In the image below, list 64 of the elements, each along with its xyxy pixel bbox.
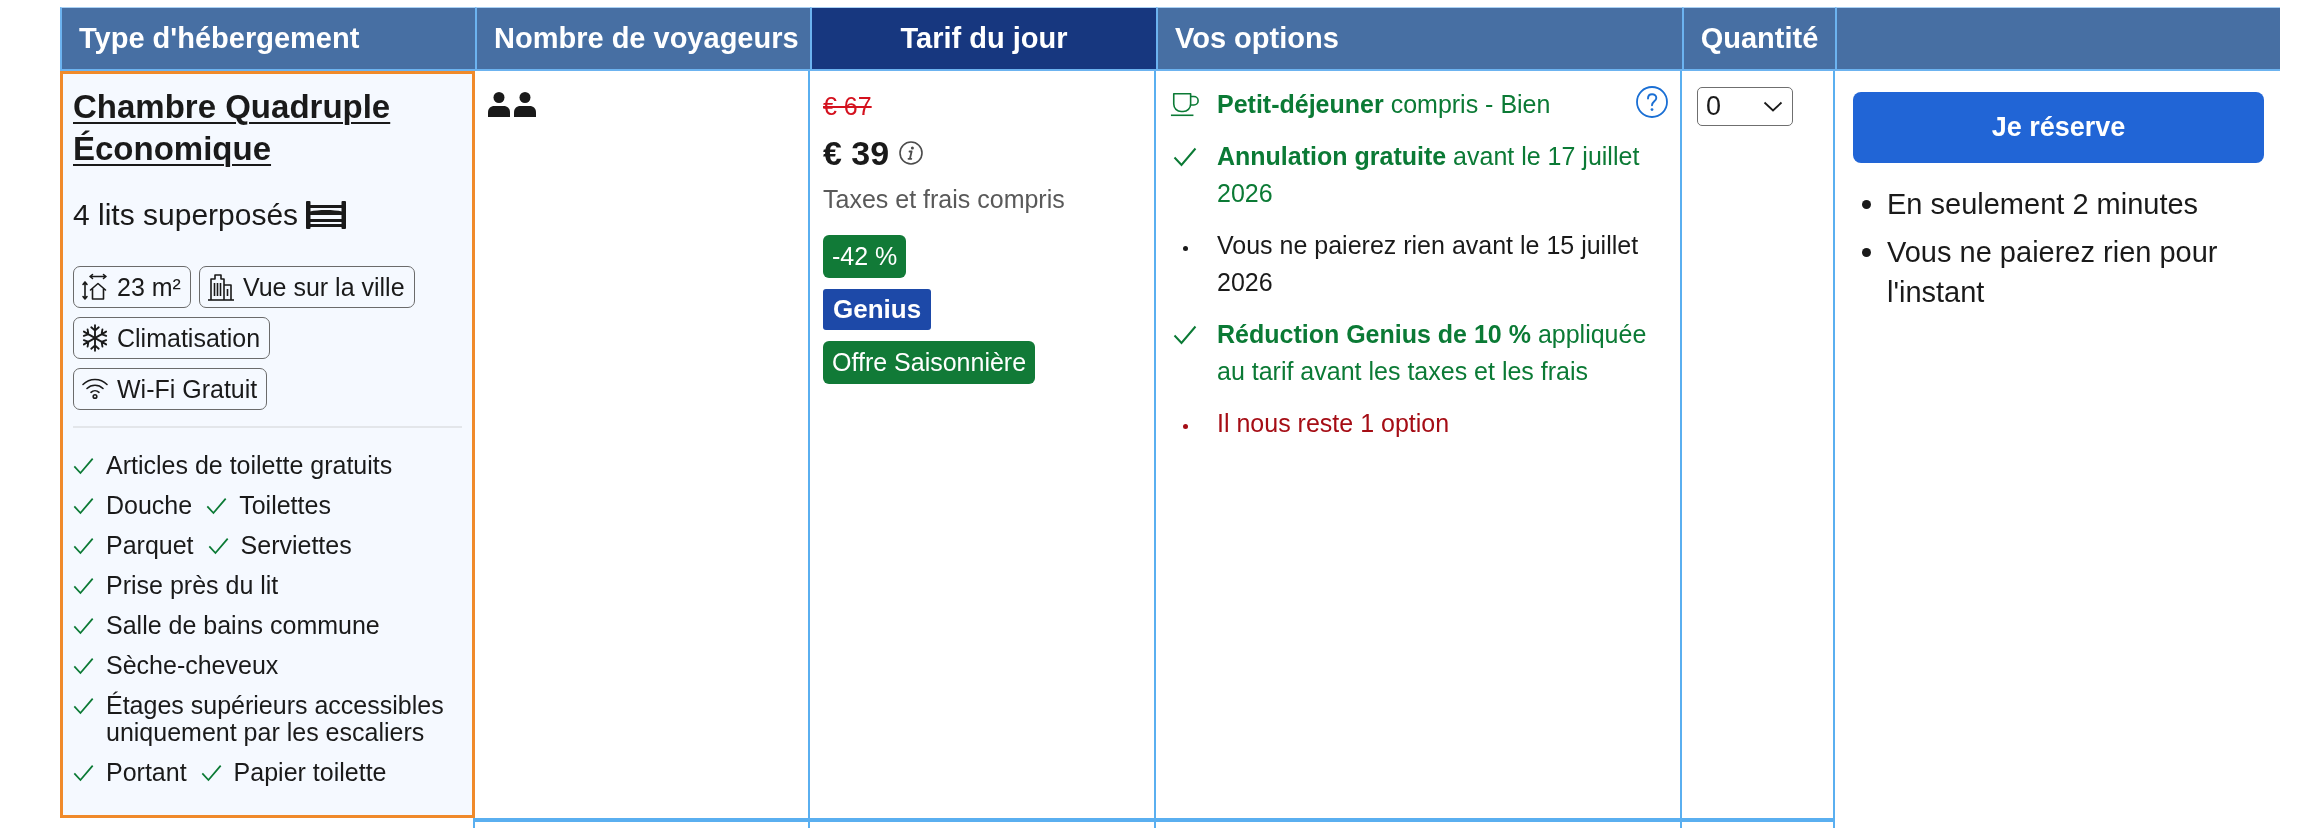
check-icon <box>73 577 94 595</box>
check-icon <box>1173 324 1197 345</box>
check-icon <box>207 537 229 555</box>
deal-badge: Offre Saisonnière <box>823 341 1036 384</box>
room-size-icon <box>81 273 109 301</box>
option-text: Annulation gratuite avant le 17 juillet 2026 <box>1217 141 1641 209</box>
check-icon <box>73 457 94 475</box>
facility-label: 23 m² <box>117 272 181 302</box>
check-icon <box>73 537 94 555</box>
bunk-bed-icon <box>306 201 347 229</box>
price-note: Taxes et frais compris <box>823 184 1065 214</box>
check-icon <box>200 764 222 782</box>
option-text: Il nous reste 1 option <box>1217 408 1450 439</box>
amenity-label: Serviettes <box>240 532 352 559</box>
check-icon <box>206 497 228 515</box>
bullet-icon <box>1862 248 1871 257</box>
check-icon <box>73 764 94 782</box>
bullet-icon <box>1862 200 1871 209</box>
amenity-label: Papier toilette <box>233 759 387 786</box>
buildings-icon <box>206 273 235 301</box>
column-header: Quantité <box>1682 7 1835 71</box>
person-icon <box>514 92 536 117</box>
quantity-select[interactable]: 0 <box>1697 87 1793 126</box>
cup-icon <box>1170 92 1200 117</box>
bullet-icon <box>1183 246 1188 251</box>
check-icon <box>73 697 94 715</box>
column-header: Nombre de voyageurs <box>475 7 810 71</box>
amenity-label: Prise près du lit <box>106 572 279 599</box>
option-text: Vous ne paierez rien avant le 15 juillet 2026 <box>1217 230 1640 298</box>
facility-label: Climatisation <box>117 323 261 353</box>
bullet-icon <box>1183 424 1188 429</box>
bed-type: 4 lits superposés <box>73 198 299 232</box>
current-price: € 39 <box>823 133 890 173</box>
genius-badge: Genius <box>823 289 932 330</box>
column-header: Type d'hébergement <box>60 7 475 71</box>
amenity-label: Articles de toilette gratuits <box>106 452 393 479</box>
check-icon <box>73 617 94 635</box>
facility-label: Vue sur la ville <box>242 272 405 302</box>
chevron-icon <box>1763 101 1783 112</box>
person-icon <box>488 92 510 117</box>
amenity-label: Étages supérieurs accessibles uniquement par les escaliers <box>106 692 445 746</box>
check-icon <box>1173 146 1197 167</box>
help-icon[interactable] <box>1636 86 1668 118</box>
info-icon[interactable] <box>899 141 924 165</box>
amenity-label: Toilettes <box>239 492 331 519</box>
option-text: Réduction Genius de 10 % appliquée au tarif avant les taxes et les frais <box>1217 319 1648 387</box>
facility-label: Wi-Fi Gratuit <box>117 374 258 404</box>
book-button[interactable]: Je réserve <box>1853 92 2264 163</box>
room-name-link[interactable]: Chambre Quadruple Économique <box>73 86 462 170</box>
amenity-label: Douche <box>106 492 193 519</box>
check-icon <box>73 497 94 515</box>
discount-badge: -42 % <box>823 235 907 278</box>
amenity-label: Parquet <box>106 532 194 559</box>
perk-text: En seulement 2 minutes <box>1887 187 2199 222</box>
column-header: Tarif du jour <box>810 7 1156 71</box>
original-price: € 67 <box>823 91 872 121</box>
snowflake-icon <box>81 324 109 352</box>
check-icon <box>73 657 94 675</box>
amenity-label: Salle de bains commune <box>106 612 380 639</box>
amenity-label: Portant <box>106 759 187 786</box>
amenity-label: Sèche-cheveux <box>106 652 279 679</box>
perk-text: Vous ne paierez rien pour l'instant <box>1887 235 2219 310</box>
option-text: Petit-déjeuner compris - Bien <box>1217 89 1551 120</box>
column-header: Vos options <box>1156 7 1682 71</box>
